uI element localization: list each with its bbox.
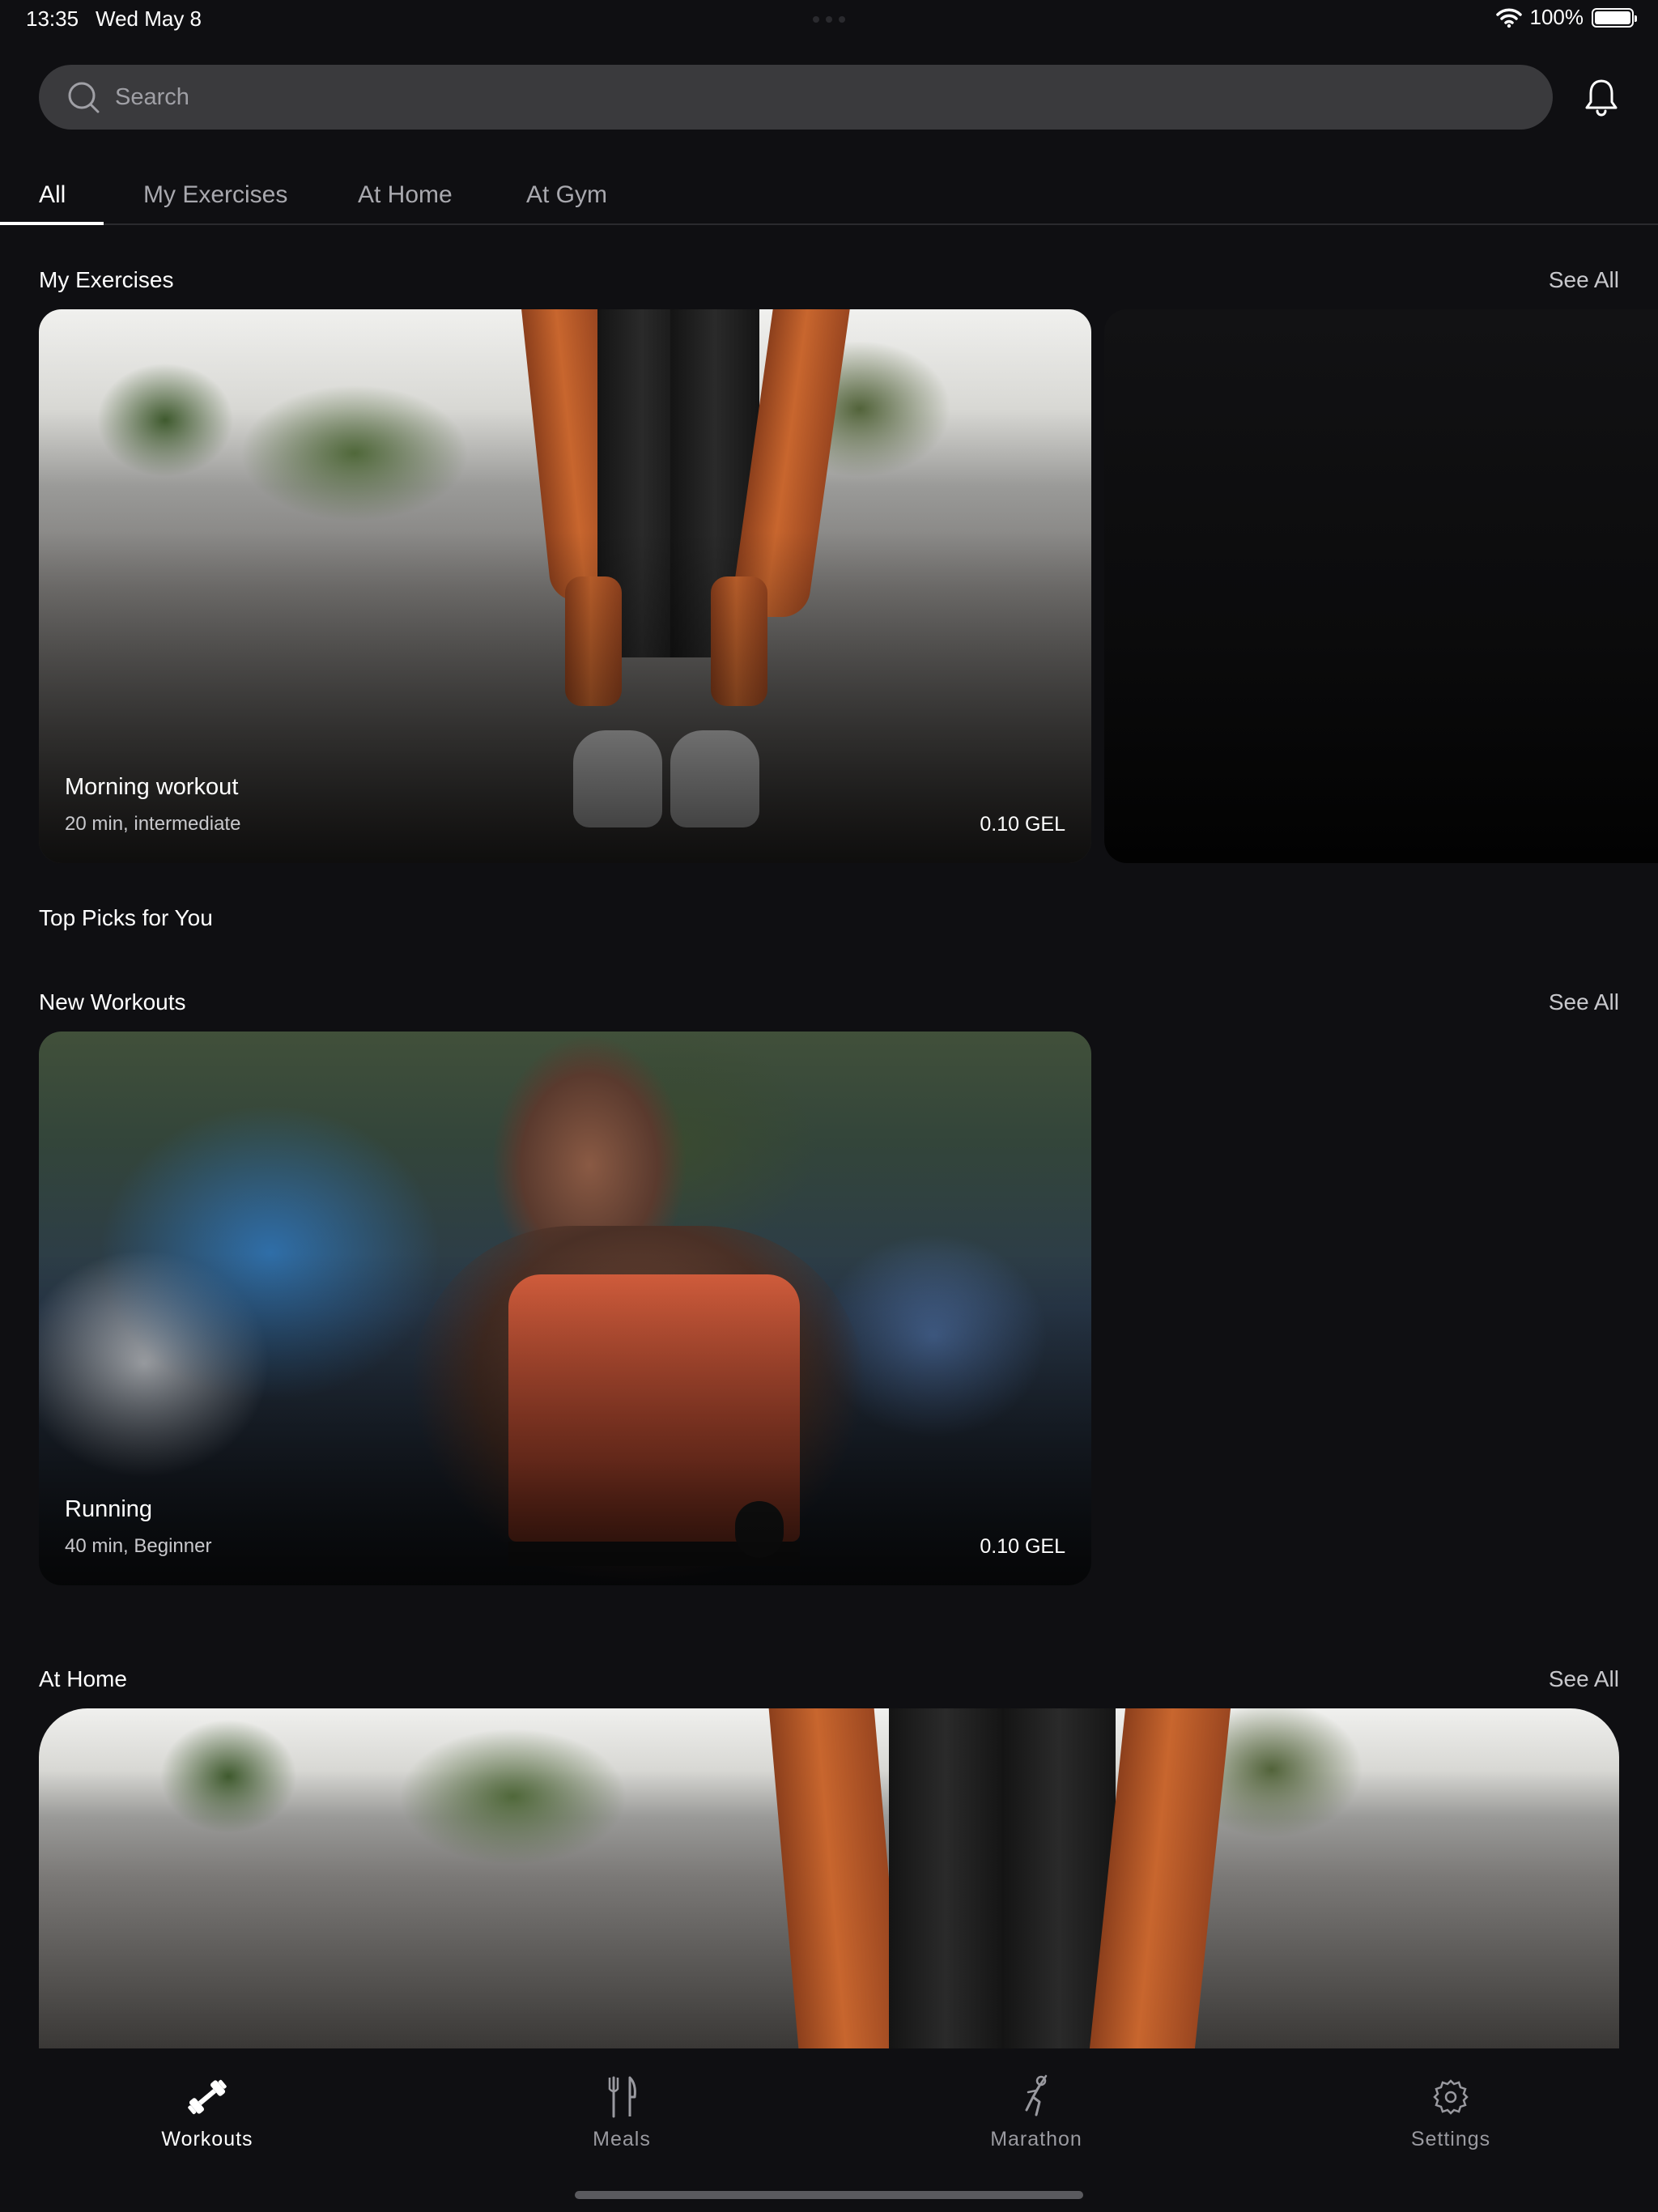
section-title-at-home: At Home (39, 1666, 127, 1691)
section-title-top-picks: Top Picks for You (39, 905, 213, 930)
section-title-my-exercises: My Exercises (39, 267, 174, 292)
workout-card-next[interactable] (1104, 309, 1658, 863)
wifi-icon (1495, 8, 1522, 28)
workout-card-morning[interactable]: Morning workout 20 min, intermediate 0.1… (39, 309, 1091, 863)
workout-card-running[interactable]: Running 40 min, Beginner 0.10 GEL (39, 1032, 1091, 1585)
card-title: Morning workout (65, 774, 239, 800)
card-subtitle: 20 min, intermediate (65, 813, 241, 835)
card-title: Running (65, 1496, 153, 1522)
status-indicators: 100% (1495, 5, 1637, 30)
workouts-page: 13:35 Wed May 8 100% All My Exercises At (0, 0, 1658, 2212)
search-input[interactable] (115, 83, 1491, 111)
tab-at-home[interactable]: At Home (358, 181, 453, 209)
see-all-at-home-link[interactable]: See All (1549, 1666, 1619, 1692)
card-price: 0.10 GEL (980, 1535, 1065, 1558)
status-bar: 13:35 Wed May 8 100% (0, 0, 1658, 39)
tab-at-gym[interactable]: At Gym (526, 181, 607, 209)
search-icon (68, 82, 100, 113)
tabbar-item-marathon[interactable]: Marathon (939, 2073, 1133, 2151)
status-time: 13:35 (26, 6, 79, 31)
card-price: 0.10 GEL (980, 813, 1065, 836)
search-bar[interactable] (39, 65, 1553, 130)
tabbar-item-meals[interactable]: Meals (525, 2073, 719, 2151)
tab-my-exercises[interactable]: My Exercises (143, 181, 287, 209)
tab-all[interactable]: All (39, 181, 66, 209)
section-title-new-workouts: New Workouts (39, 989, 186, 1015)
home-indicator[interactable] (575, 2191, 1083, 2199)
status-date: Wed May 8 (96, 6, 202, 31)
card-subtitle: 40 min, Beginner (65, 1535, 212, 1557)
tabbar-item-settings[interactable]: Settings (1354, 2073, 1548, 2151)
tabbar-label: Marathon (990, 2128, 1082, 2150)
tabbar-item-workouts[interactable]: Workouts (110, 2073, 304, 2151)
battery-icon (1592, 7, 1637, 28)
active-tab-indicator (0, 222, 104, 225)
bottom-tab-bar: Workouts Meals Marathon Settings (0, 2050, 1658, 2212)
workout-photo (39, 1708, 1619, 2048)
tabbar-label: Settings (1410, 2128, 1491, 2150)
dumbbell-icon (188, 2079, 227, 2115)
tabbar-label: Meals (593, 2128, 651, 2150)
tabbar-label: Workouts (161, 2128, 253, 2150)
battery-percentage: 100% (1529, 5, 1584, 29)
multitasking-dots[interactable] (813, 16, 845, 23)
notification-bell-icon[interactable] (1584, 78, 1619, 117)
workout-card-at-home[interactable] (39, 1708, 1619, 2048)
runner-icon (1025, 2074, 1048, 2116)
see-all-new-workouts-link[interactable]: See All (1549, 989, 1619, 1015)
fork-knife-icon (608, 2076, 636, 2118)
category-tabs: All My Exercises At Home At Gym (0, 170, 1658, 225)
gear-icon (1433, 2079, 1469, 2115)
see-all-my-exercises-link[interactable]: See All (1549, 267, 1619, 293)
